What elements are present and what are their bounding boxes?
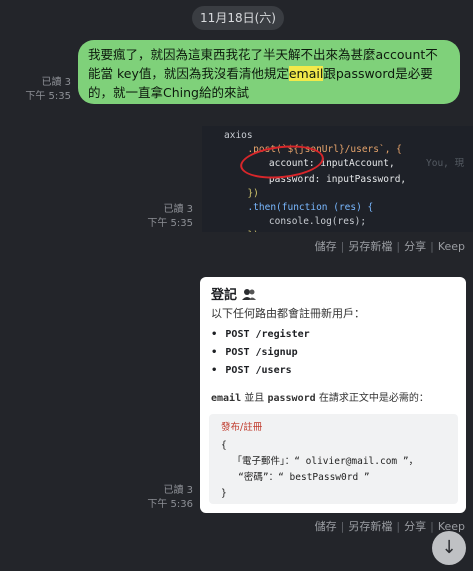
save-button[interactable]: 儲存 — [315, 240, 337, 253]
note-email: email — [211, 393, 242, 404]
git-blame-ghost-text: You, 現 — [426, 158, 465, 169]
documentation-screenshot-image[interactable]: 登記 以下任何路由都會註冊新用戶： POST /register POST /s… — [200, 277, 466, 513]
timestamp: 下午 5:35 — [147, 218, 193, 229]
read-receipt: 已讀 3 — [163, 485, 193, 496]
code-label: 發布/註冊 — [221, 422, 263, 433]
save-as-button[interactable]: 另存新檔 — [348, 520, 392, 533]
image-action-bar: 儲存 | 另存新檔 | 分享 | Keep — [314, 240, 465, 253]
read-receipt: 已讀 3 — [41, 77, 71, 88]
message-meta: 已讀 3 下午 5:35 — [25, 76, 71, 104]
note-end: 在請求正文中是必需的： — [315, 393, 429, 404]
doc-title-text: 登記 — [211, 288, 238, 303]
arrow-down-icon: ↓ — [441, 537, 457, 558]
code-line: 「電子郵件」：“ olivier@mail.com ”， — [221, 456, 419, 467]
note-mid: 並且 — [241, 393, 268, 404]
message-meta: 已讀 3 下午 5:35 — [147, 203, 193, 231]
message-bubble: 我要瘋了，就因為這東西我花了半天解不出來為甚麼account不能當 key值，就… — [78, 40, 460, 104]
code-line: “密碼”：“ bestPassw0rd ” — [221, 472, 370, 483]
doc-code-block: 發布/註冊 { 「電子郵件」：“ olivier@mail.com ”， “密碼… — [209, 414, 458, 504]
users-icon — [241, 289, 256, 300]
code-line: }) — [236, 228, 258, 232]
doc-title: 登記 — [211, 284, 256, 303]
doc-note: email 並且 password 在請求正文中是必需的： — [211, 389, 429, 404]
save-as-button[interactable]: 另存新檔 — [348, 240, 392, 253]
route-item: POST /users — [211, 362, 310, 380]
doc-intro: 以下任何路由都會註冊新用戶： — [211, 307, 365, 320]
route-list: POST /register POST /signup POST /users — [211, 326, 310, 380]
route-item: POST /signup — [211, 344, 310, 362]
share-button[interactable]: 分享 — [404, 520, 426, 533]
message-meta: 已讀 3 下午 5:36 — [147, 484, 193, 512]
route-item: POST /register — [211, 326, 309, 344]
scroll-down-button[interactable]: ↓ — [432, 531, 466, 565]
save-button[interactable]: 儲存 — [315, 520, 337, 533]
highlighted-text: email — [288, 66, 324, 81]
read-receipt: 已讀 3 — [163, 204, 193, 215]
keep-button[interactable]: Keep — [438, 240, 465, 253]
note-password: password — [267, 393, 316, 404]
timestamp: 下午 5:35 — [25, 91, 71, 102]
code-line: console.log(res); — [246, 216, 367, 227]
code-line: { — [221, 440, 227, 451]
code-line: } — [221, 488, 227, 499]
timestamp: 下午 5:36 — [147, 499, 193, 510]
code-screenshot-image[interactable]: axios .post(`${jsonUrl}/users`, { accoun… — [202, 126, 473, 232]
date-pill: 11月18日(六) — [192, 6, 284, 30]
share-button[interactable]: 分享 — [404, 240, 426, 253]
